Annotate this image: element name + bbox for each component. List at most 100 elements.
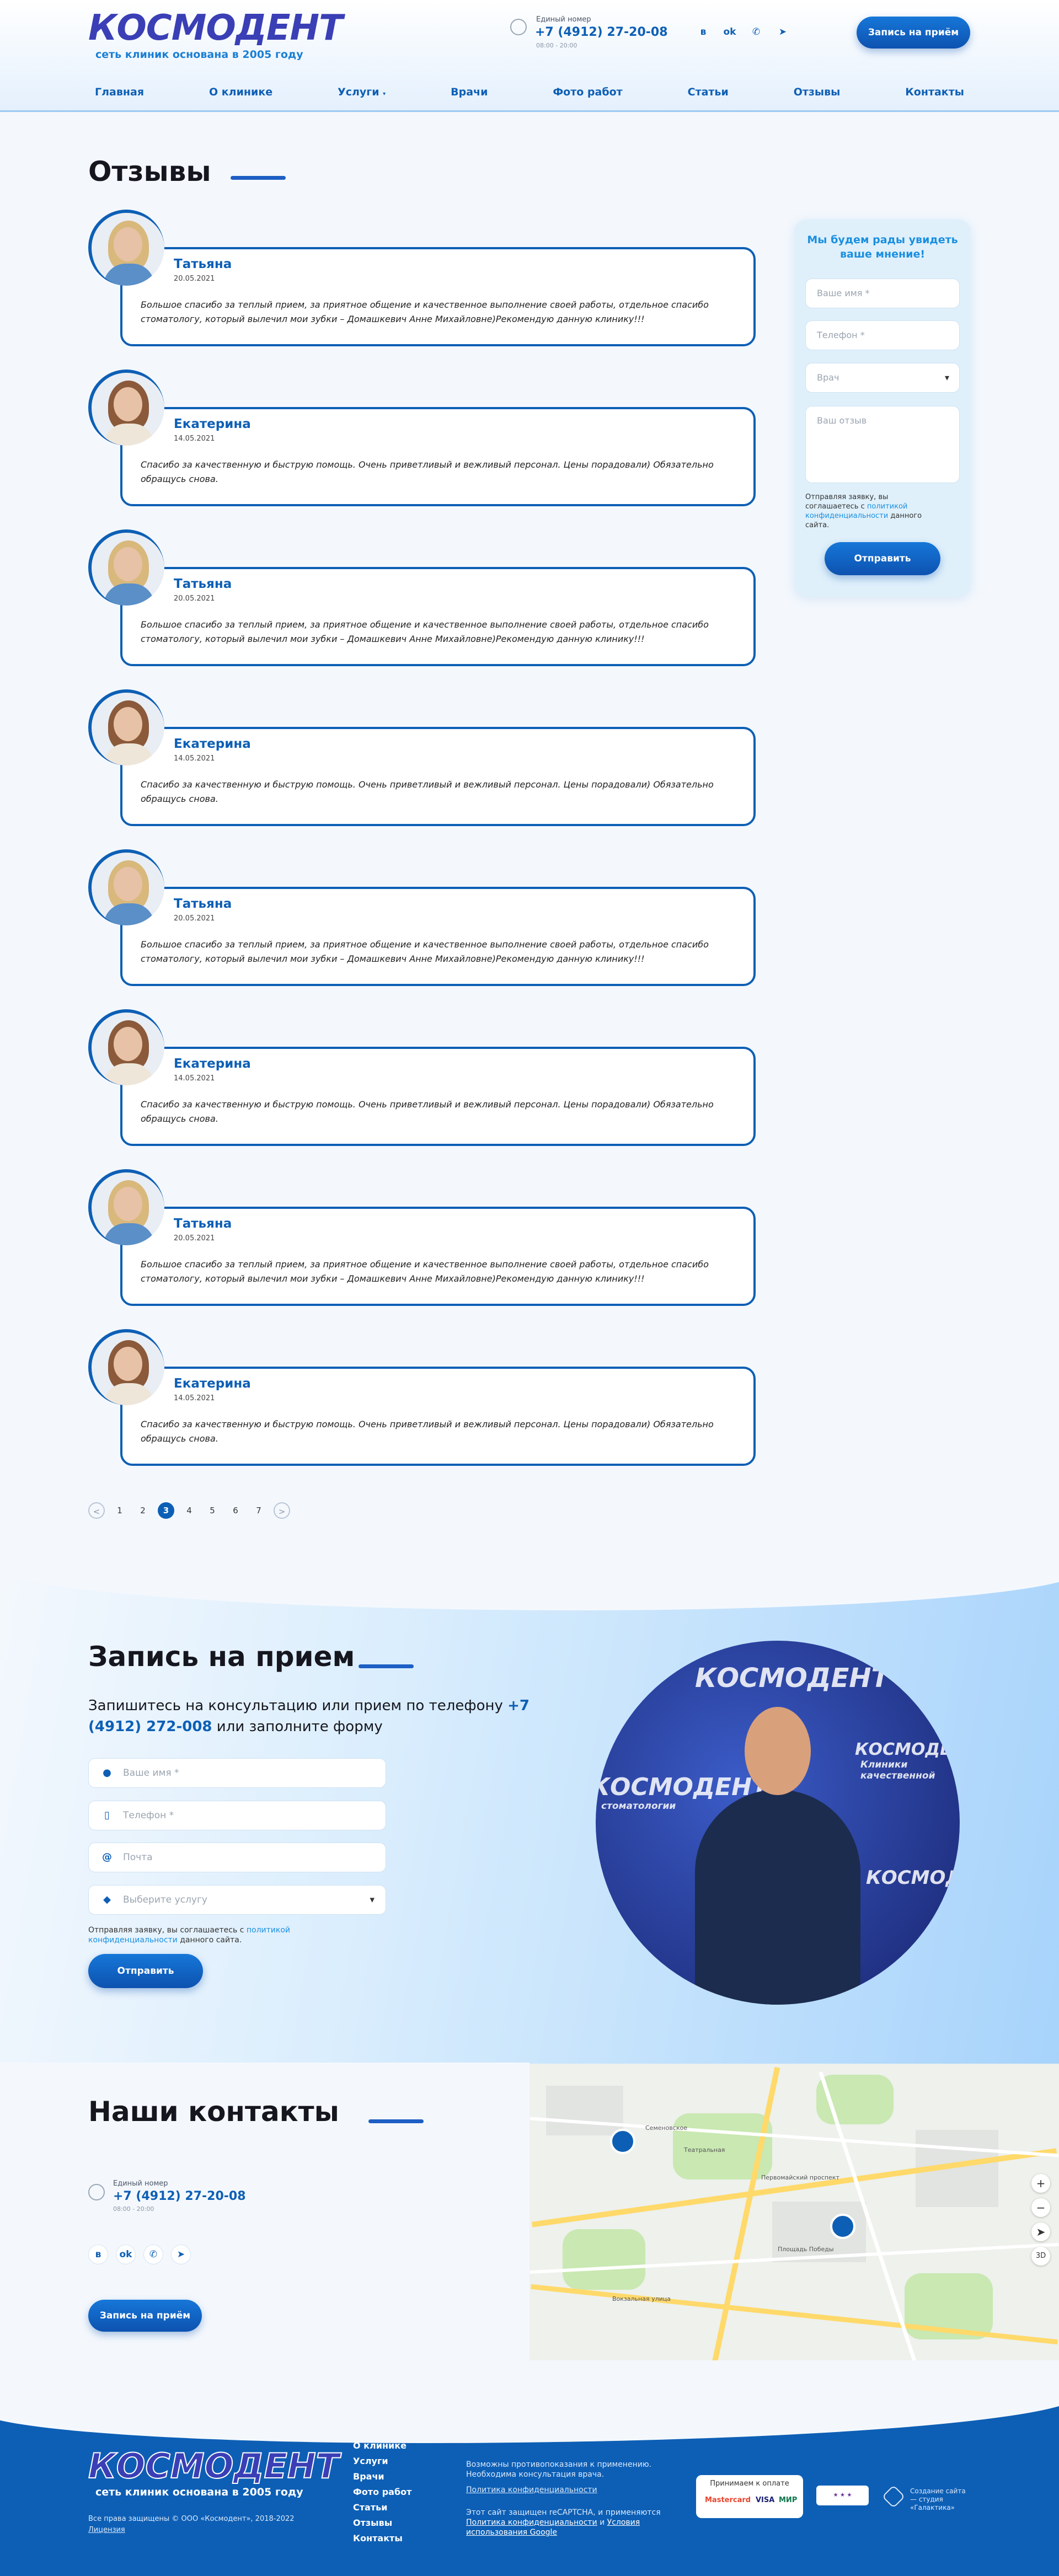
footer-nav-item[interactable]: Контакты (353, 2533, 411, 2543)
booking-phone-input[interactable]: ▯ Телефон * (88, 1801, 386, 1830)
pagination-page-current[interactable]: 3 (158, 1502, 174, 1519)
footer-nav-item[interactable]: Услуги (353, 2456, 411, 2466)
pagination-page[interactable]: 6 (227, 1502, 244, 1519)
rating-badge[interactable]: ★ ★ ★ (816, 2486, 869, 2505)
photo-brand-text: стоматологии (601, 1801, 676, 1812)
footer-nav: О клинике Услуги Врачи Фото работ Статьи… (353, 2440, 411, 2543)
avatar-face (114, 387, 142, 421)
avatar-body (104, 743, 154, 765)
footer-nav-item[interactable]: Фото работ (353, 2487, 411, 2497)
map[interactable]: Семеновское Первомайский проспект Театра… (530, 2064, 1059, 2406)
reviewer-name: Татьяна (174, 897, 232, 911)
phone-number-link[interactable]: +7 (4912) 27-20-08 (535, 25, 668, 39)
reviewer-avatar (88, 1329, 164, 1405)
medical-warning: Возможны противопоказания к применению. … (466, 2460, 652, 2479)
recaptcha-policy-link[interactable]: Политика конфиденциальности (466, 2518, 597, 2527)
tooth-icon: ◆ (103, 1894, 111, 1905)
locate-icon[interactable]: ➤ (1031, 2222, 1050, 2241)
zoom-in-icon[interactable]: + (1031, 2174, 1050, 2193)
booking-subtitle-suffix: или заполните форму (216, 1718, 383, 1735)
map-pin-icon[interactable] (610, 2129, 635, 2159)
nav-item-reviews[interactable]: Отзывы (787, 83, 847, 101)
nav-item-doctors[interactable]: Врачи (444, 83, 494, 101)
map-controls: + − ➤ 3D (1031, 2174, 1050, 2266)
telegram-icon[interactable]: ➤ (774, 24, 791, 40)
logo-subtitle: сеть клиник основана в 2005 году (95, 49, 303, 61)
title-underline (368, 2119, 424, 2123)
review-card: Татьяна 20.05.2021 Большое спасибо за тепл… (88, 529, 756, 666)
contacts-book-button[interactable]: Запись на приём (88, 2300, 202, 2332)
reviewer-name: Екатерина (174, 417, 251, 431)
logo[interactable]: КОСМОДЕНТ (88, 8, 343, 49)
review-name-input[interactable]: Ваше имя * (805, 279, 960, 308)
footer-nav-item[interactable]: О клинике (353, 2440, 411, 2451)
footer-nav-item[interactable]: Отзывы (353, 2518, 411, 2528)
footer-logo-subtitle: сеть клиник основана в 2005 году (95, 2486, 303, 2498)
nav-item-photos[interactable]: Фото работ (546, 83, 629, 101)
review-date: 20.05.2021 (174, 275, 215, 283)
reviewer-avatar (88, 849, 164, 925)
pagination-page[interactable]: 2 (135, 1502, 151, 1519)
avatar-face (114, 1347, 142, 1381)
booking-email-input[interactable]: @ Почта (88, 1843, 386, 1872)
nav-item-home[interactable]: Главная (88, 83, 151, 101)
whatsapp-icon[interactable]: ✆ (143, 2245, 163, 2264)
book-appointment-button[interactable]: Запись на приём (857, 17, 970, 49)
at-sign-icon: @ (102, 1851, 112, 1863)
nav-item-articles[interactable]: Статьи (681, 83, 735, 101)
map-block (546, 2086, 623, 2135)
contacts-phone-link[interactable]: +7 (4912) 27-20-08 (113, 2189, 246, 2203)
pagination-next-button[interactable]: > (274, 1502, 290, 1519)
booking-title: Запись на прием (88, 1641, 355, 1673)
avatar-face (114, 1027, 142, 1061)
pagination-page[interactable]: 4 (181, 1502, 197, 1519)
telegram-icon[interactable]: ➤ (171, 2245, 191, 2264)
map-label: Театральная (684, 2146, 725, 2154)
footer-nav-item[interactable]: Врачи (353, 2471, 411, 2482)
vk-icon[interactable]: в (88, 2245, 108, 2264)
recaptcha-notice: Этот сайт защищен reCAPTCHA, и применяют… (466, 2508, 676, 2537)
booking-consent-suffix: данного сайта. (180, 1936, 242, 1945)
photo-brand-text: КОСМОДЕНТ (855, 1740, 960, 1759)
license-link[interactable]: Лицензия (88, 2526, 125, 2534)
review-text: Спасибо за качественную и быструю помощь… (141, 459, 714, 484)
doctor-figure (695, 1790, 860, 2005)
contacts-title: Наши контакты (88, 2096, 339, 2128)
photo-brand-text: Клиники качественной (860, 1759, 935, 1781)
booking-name-input[interactable]: ● Ваше имя * (88, 1758, 386, 1788)
zoom-out-icon[interactable]: − (1031, 2198, 1050, 2217)
phone-label: Единый номер (536, 15, 591, 24)
footer-nav-item[interactable]: Статьи (353, 2502, 411, 2513)
vk-icon[interactable]: в (695, 24, 712, 40)
phone-icon (88, 2184, 105, 2200)
avatar-face (114, 867, 142, 901)
footer-logo[interactable]: КОСМОДЕНТ (88, 2445, 340, 2487)
pagination-prev-button[interactable]: < (88, 1502, 105, 1519)
map-label: Вокзальная улица (612, 2295, 671, 2302)
pagination-page[interactable]: 5 (204, 1502, 221, 1519)
booking-submit-button[interactable]: Отправить (88, 1954, 203, 1988)
odnoklassniki-icon[interactable]: ok (721, 24, 738, 40)
footer-policy-link[interactable]: Политика конфиденциальности (466, 2486, 597, 2494)
3d-toggle-icon[interactable]: 3D (1031, 2247, 1050, 2266)
nav-item-about[interactable]: О клинике (202, 83, 279, 101)
whatsapp-icon[interactable]: ✆ (748, 24, 764, 40)
booking-service-value: Выберите услугу (123, 1894, 207, 1905)
review-phone-input[interactable]: Телефон * (805, 320, 960, 350)
review-text: Большое спасибо за теплый прием, за прия… (141, 1259, 709, 1284)
nav-item-services[interactable]: Услуги ▾ (331, 83, 392, 101)
pagination: < 1 2 3 4 5 6 7 > (88, 1502, 290, 1519)
pagination-page[interactable]: 1 (111, 1502, 128, 1519)
review-doctor-select[interactable]: Врач ▾ (805, 363, 960, 393)
review-card: Татьяна 20.05.2021 Большое спасибо за тепл… (88, 849, 756, 986)
pagination-page[interactable]: 7 (250, 1502, 267, 1519)
booking-service-select[interactable]: ◆ Выберите услугу ▾ (88, 1885, 386, 1915)
map-pin-icon[interactable] (830, 2214, 855, 2243)
developer-credit[interactable]: Создание сайта — студия «Галактика» (885, 2487, 968, 2512)
review-date: 14.05.2021 (174, 1394, 215, 1402)
review-text-textarea[interactable]: Ваш отзыв (805, 406, 960, 483)
nav-item-contacts[interactable]: Контакты (898, 83, 971, 101)
review-submit-button[interactable]: Отправить (825, 542, 940, 575)
odnoklassniki-icon[interactable]: ok (116, 2245, 136, 2264)
booking-subtitle: Запишитесь на консультацию или прием по … (88, 1695, 541, 1737)
